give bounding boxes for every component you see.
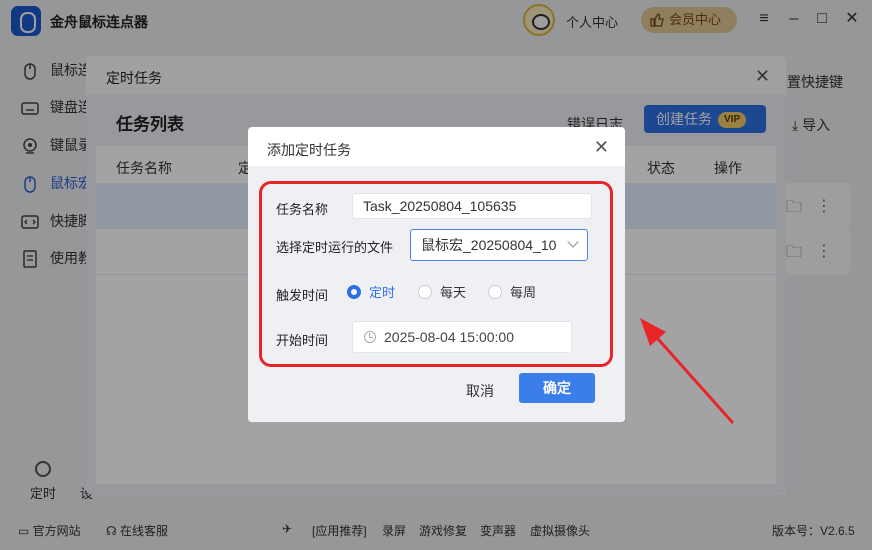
annotation-arrow — [640, 318, 735, 424]
arrow-shaft — [648, 329, 735, 424]
